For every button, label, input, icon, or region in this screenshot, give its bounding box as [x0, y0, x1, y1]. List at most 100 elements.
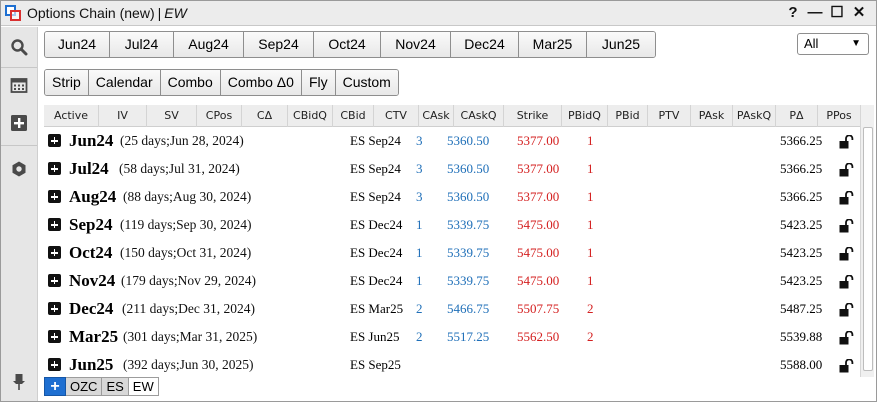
expiry-button-sep24[interactable]: Sep24	[244, 32, 314, 57]
table-row[interactable]: Jul24 (58 days;Jul 31, 2024) ES Sep24 3 …	[44, 155, 860, 183]
table-row[interactable]: Dec24 (211 days;Dec 31, 2024) ES Mar25 2…	[44, 295, 860, 323]
column-header-cbid[interactable]: CBid	[333, 105, 374, 127]
column-header-caskq[interactable]: CAskQ	[454, 105, 504, 127]
expand-row-icon[interactable]	[48, 274, 61, 287]
expand-row-icon[interactable]	[48, 246, 61, 259]
minimize-button[interactable]: —	[804, 4, 826, 22]
unlock-icon[interactable]	[839, 191, 855, 205]
row-pdelta: 5423.25	[780, 245, 823, 260]
column-header-ptv[interactable]: PTV	[648, 105, 691, 127]
row-ctv: ES Mar25	[350, 301, 404, 316]
search-button[interactable]	[1, 30, 37, 64]
search-icon	[11, 39, 28, 56]
row-caskq: 5339.75	[447, 217, 490, 232]
expand-row-icon[interactable]	[48, 358, 61, 371]
column-header-sv[interactable]: SV	[147, 105, 197, 127]
title-bar[interactable]: Options Chain (new) | EW ? — ☐ ✕	[1, 1, 876, 26]
column-header-pbid[interactable]: PBid	[608, 105, 648, 127]
filter-select-value: All	[804, 36, 819, 51]
column-header-cbidq[interactable]: CBidQ	[288, 105, 333, 127]
scrollbar-thumb[interactable]	[863, 127, 873, 371]
settings-button[interactable]	[1, 152, 37, 186]
column-header-cask[interactable]: CAsk	[419, 105, 454, 127]
expiry-button-jun24[interactable]: Jun24	[45, 32, 110, 57]
row-cask: 2	[416, 301, 423, 316]
options-chain-table: Jun24 (25 days;Jun 28, 2024) ES Sep24 3 …	[44, 127, 860, 375]
expand-row-icon[interactable]	[48, 190, 61, 203]
table-row[interactable]: Jun25 (392 days;Jun 30, 2025) ES Sep25 5…	[44, 351, 860, 375]
table-row[interactable]: Mar25 (301 days;Mar 31, 2025) ES Jun25 2…	[44, 323, 860, 351]
strategy-button-fly[interactable]: Fly	[301, 70, 336, 95]
title-text: Options Chain (new)	[27, 5, 155, 21]
unlock-icon[interactable]	[839, 331, 855, 345]
column-header-pask[interactable]: PAsk	[691, 105, 733, 127]
strategy-button-combo-delta0[interactable]: Combo Δ0	[220, 70, 302, 95]
column-header-cdelta[interactable]: CΔ	[242, 105, 288, 127]
column-header-cpos[interactable]: CPos	[197, 105, 242, 127]
row-expiry-info: (211 days;Dec 31, 2024)	[122, 301, 255, 316]
add-tab-button[interactable]: +	[44, 377, 66, 396]
help-button[interactable]: ?	[782, 4, 804, 22]
table-row[interactable]: Nov24 (179 days;Nov 29, 2024) ES Dec24 1…	[44, 267, 860, 295]
expand-row-icon[interactable]	[48, 330, 61, 343]
expiry-button-jul24[interactable]: Jul24	[110, 32, 174, 57]
strategy-button-group: Strip Calendar Combo Combo Δ0 Fly Custom	[44, 69, 399, 96]
unlock-icon[interactable]	[839, 303, 855, 317]
row-expiry-info: (301 days;Mar 31, 2025)	[123, 329, 258, 344]
settings-icon	[12, 161, 26, 177]
row-expiry-info: (150 days;Oct 31, 2024)	[120, 245, 252, 260]
column-header-ppos[interactable]: PPos	[818, 105, 860, 127]
filter-select[interactable]: All ▼	[797, 33, 869, 55]
row-ctv: ES Dec24	[350, 273, 403, 288]
table-row[interactable]: Jun24 (25 days;Jun 28, 2024) ES Sep24 3 …	[44, 127, 860, 155]
row-caskq: 5360.50	[447, 133, 490, 148]
column-header-active[interactable]: Active	[44, 105, 99, 127]
expiry-button-dec24[interactable]: Dec24	[451, 32, 519, 57]
calendar-button[interactable]	[1, 68, 37, 102]
expiry-button-aug24[interactable]: Aug24	[174, 32, 244, 57]
expand-row-icon[interactable]	[48, 302, 61, 315]
unlock-icon[interactable]	[839, 247, 855, 261]
tab-ew[interactable]: EW	[128, 377, 159, 396]
maximize-button[interactable]: ☐	[826, 4, 848, 22]
unlock-icon[interactable]	[839, 135, 855, 149]
strategy-button-strip[interactable]: Strip	[45, 70, 89, 95]
close-button[interactable]: ✕	[848, 4, 870, 22]
row-caskq: 5339.75	[447, 273, 490, 288]
app-logo-icon	[5, 4, 22, 22]
unlock-icon[interactable]	[839, 275, 855, 289]
row-caskq: 5360.50	[447, 161, 490, 176]
strategy-button-calendar[interactable]: Calendar	[88, 70, 161, 95]
pin-button[interactable]	[1, 365, 37, 399]
expiry-button-mar25[interactable]: Mar25	[519, 32, 587, 57]
tab-ozc[interactable]: OZC	[66, 377, 103, 396]
unlock-icon[interactable]	[839, 219, 855, 233]
row-cask: 3	[416, 189, 423, 204]
column-header-pbidq[interactable]: PBidQ	[562, 105, 608, 127]
table-row[interactable]: Oct24 (150 days;Oct 31, 2024) ES Dec24 1…	[44, 239, 860, 267]
table-row[interactable]: Sep24 (119 days;Sep 30, 2024) ES Dec24 1…	[44, 211, 860, 239]
tab-es[interactable]: ES	[102, 377, 129, 396]
add-panel-button[interactable]	[1, 106, 37, 140]
column-header-paskq[interactable]: PAskQ	[733, 105, 776, 127]
table-row[interactable]: Aug24 (88 days;Aug 30, 2024) ES Sep24 3 …	[44, 183, 860, 211]
title-separator: |	[157, 5, 162, 21]
unlock-icon[interactable]	[839, 359, 855, 373]
column-header-pdelta[interactable]: PΔ	[776, 105, 818, 127]
expiry-button-jun25[interactable]: Jun25	[587, 32, 655, 57]
expand-row-icon[interactable]	[48, 134, 61, 147]
row-strike: 5475.00	[517, 273, 560, 288]
column-header-ctv[interactable]: CTV	[374, 105, 419, 127]
expand-row-icon[interactable]	[48, 162, 61, 175]
expand-row-icon[interactable]	[48, 218, 61, 231]
column-header-iv[interactable]: IV	[99, 105, 147, 127]
column-header-strike[interactable]: Strike	[504, 105, 562, 127]
expiry-button-nov24[interactable]: Nov24	[381, 32, 451, 57]
expiry-button-oct24[interactable]: Oct24	[314, 32, 381, 57]
strategy-button-custom[interactable]: Custom	[335, 70, 398, 95]
strategy-button-combo[interactable]: Combo	[160, 70, 221, 95]
vertical-scrollbar[interactable]	[860, 105, 874, 377]
unlock-icon[interactable]	[839, 163, 855, 177]
row-pbidq: 1	[587, 133, 594, 148]
chevron-down-icon: ▼	[851, 38, 861, 49]
